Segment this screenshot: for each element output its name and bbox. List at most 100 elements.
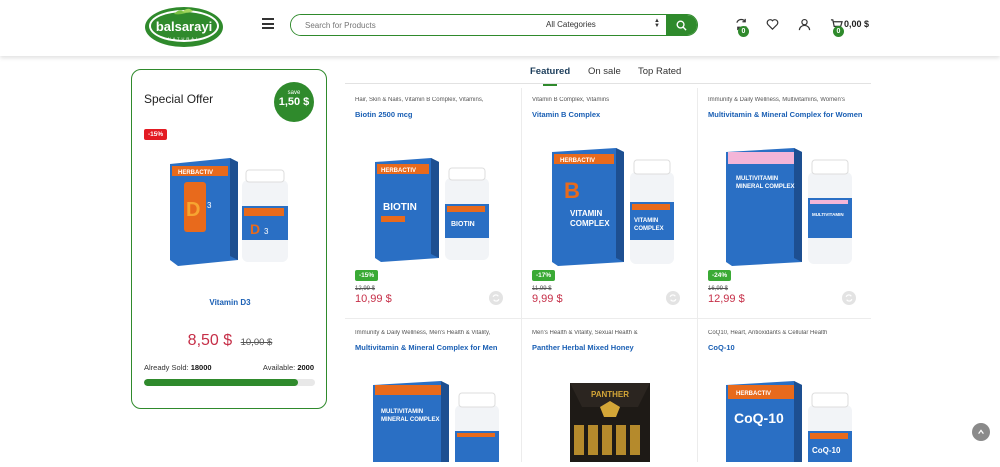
product-card[interactable]: CoQ10, Heart, Antioxidants & Cellular He…	[697, 321, 873, 467]
special-offer-product-name[interactable]: Vitamin D3	[132, 298, 328, 307]
compare-icon	[669, 294, 677, 302]
svg-text:D: D	[186, 199, 200, 221]
active-tab-indicator	[543, 84, 557, 86]
svg-text:PANTHER: PANTHER	[591, 390, 629, 399]
search-input[interactable]	[291, 15, 516, 35]
cart-button[interactable]: 0	[830, 18, 844, 37]
product-name[interactable]: CoQ-10	[708, 343, 863, 353]
current-price: 8,50 $	[187, 332, 233, 349]
site-header: balsarayi NATURAL All Categories ▲▼ 0	[0, 0, 1000, 56]
svg-text:VITAMIN: VITAMIN	[570, 209, 603, 218]
svg-text:3: 3	[264, 227, 269, 236]
svg-text:B: B	[564, 178, 580, 203]
discount-badge: -15%	[144, 129, 168, 140]
product-category[interactable]: Vitamin B Complex, Vitamins	[532, 97, 692, 103]
product-image[interactable]: MULTIVITAMIN MINERAL COMPLEX MULTIVITAMI…	[724, 146, 859, 273]
tab-top-rated[interactable]: Top Rated	[638, 66, 681, 77]
category-select[interactable]: All Categories ▲ ▼	[516, 15, 666, 35]
old-price: 12,99 $	[355, 286, 376, 292]
compare-icon	[492, 294, 500, 302]
product-name[interactable]: Multivitamin & Mineral Complex for Women	[708, 110, 863, 120]
save-amount: 1,50 $	[278, 96, 310, 108]
svg-text:HERBACTIV: HERBACTIV	[381, 168, 416, 174]
tab-on-sale[interactable]: On sale	[588, 66, 621, 77]
discount-badge: -15%	[355, 270, 379, 281]
discount-badge: -17%	[532, 270, 556, 281]
svg-text:MULTIVITAMIN: MULTIVITAMIN	[736, 176, 778, 182]
product-card[interactable]: Vitamin B Complex, Vitamins Vitamin B Co…	[521, 88, 697, 322]
compare-toggle[interactable]	[666, 291, 680, 305]
product-price: 12,99 $	[708, 293, 745, 305]
already-sold-label: Already Sold:	[144, 363, 189, 372]
product-category[interactable]: Men's Health & Vitality, Sexual Health &	[532, 330, 692, 336]
stock-progress-fill	[144, 379, 298, 386]
compare-toggle[interactable]	[842, 291, 856, 305]
already-sold: Already Sold: 18000	[144, 363, 212, 372]
cart-count-badge: 0	[833, 26, 844, 37]
logo-wordmark: balsarayi	[156, 19, 212, 34]
product-name[interactable]: Vitamin B Complex	[532, 110, 687, 120]
product-category[interactable]: Hair, Skin & Nails, Vitamin B Complex, V…	[355, 97, 515, 103]
product-category[interactable]: CoQ10, Heart, Antioxidants & Cellular He…	[708, 330, 868, 336]
compare-button[interactable]: 0	[735, 18, 749, 37]
available-label: Available:	[262, 363, 296, 372]
discount-badge: -24%	[708, 270, 732, 281]
wishlist-button[interactable]	[766, 18, 780, 32]
product-name[interactable]: Panther Herbal Mixed Honey	[532, 343, 687, 353]
logo-subtitle: NATURAL	[168, 36, 200, 41]
scroll-to-top-button[interactable]	[972, 423, 990, 441]
available: Available: 2000	[263, 363, 314, 372]
svg-text:HERBACTIV: HERBACTIV	[560, 158, 595, 164]
product-image-vitamin-d3[interactable]: HERBACTIV D 3 D 3	[168, 156, 298, 273]
old-price: 11,99 $	[532, 286, 552, 292]
svg-text:HERBACTIV: HERBACTIV	[736, 391, 771, 397]
product-image[interactable]: PANTHER	[568, 381, 653, 467]
compare-toggle[interactable]	[489, 291, 503, 305]
stock-progress-bar	[144, 379, 315, 386]
product-image[interactable]: MULTIVITAMIN MINERAL COMPLEX	[371, 379, 506, 467]
svg-text:CoQ-10: CoQ-10	[734, 410, 784, 426]
site-logo[interactable]: balsarayi NATURAL	[144, 5, 224, 49]
svg-text:D: D	[250, 221, 260, 237]
svg-text:MINERAL COMPLEX: MINERAL COMPLEX	[736, 184, 795, 190]
scroll-top-icon	[978, 429, 984, 434]
product-price: 9,99 $	[532, 293, 563, 305]
product-category[interactable]: Immunity & Daily Wellness, Multivitamins…	[708, 97, 868, 103]
row-divider	[345, 318, 871, 319]
save-badge: save 1,50 $	[274, 82, 314, 122]
svg-text:VITAMIN: VITAMIN	[634, 218, 658, 224]
product-category[interactable]: Immunity & Daily Wellness, Men's Health …	[355, 330, 515, 336]
user-icon	[798, 18, 811, 31]
select-arrows-icon: ▲ ▼	[654, 18, 660, 29]
product-card[interactable]: Immunity & Daily Wellness, Men's Health …	[345, 321, 521, 467]
product-card[interactable]: Men's Health & Vitality, Sexual Health &…	[521, 321, 697, 463]
tab-featured[interactable]: Featured	[530, 66, 570, 77]
menu-icon[interactable]	[262, 18, 274, 30]
product-image[interactable]: HERBACTIV CoQ-10 CoQ-10	[724, 379, 859, 467]
product-image[interactable]: HERBACTIV B VITAMIN COMPLEX VITAMIN COMP…	[550, 146, 680, 273]
compare-count-badge: 0	[738, 26, 749, 37]
product-name[interactable]: Multivitamin & Mineral Complex for Men	[355, 343, 510, 353]
product-image[interactable]: HERBACTIV BIOTIN BIOTIN	[373, 156, 498, 271]
account-button[interactable]	[798, 18, 812, 32]
svg-text:COMPLEX: COMPLEX	[634, 226, 664, 232]
old-price: 16,99 $	[708, 286, 729, 292]
compare-icon	[845, 294, 853, 302]
svg-text:MULTIVITAMIN: MULTIVITAMIN	[812, 212, 844, 217]
search-bar: All Categories ▲▼	[290, 14, 698, 36]
svg-text:CoQ-10: CoQ-10	[812, 446, 841, 455]
heart-icon	[766, 19, 779, 30]
available-value: 2000	[297, 363, 314, 372]
cart-total[interactable]: 0,00 $	[844, 19, 869, 29]
special-offer-panel: Special Offer save 1,50 $ -15% HERBACTIV…	[131, 69, 327, 409]
product-card[interactable]: Hair, Skin & Nails, Vitamin B Complex, V…	[345, 88, 521, 322]
search-button[interactable]	[666, 15, 697, 35]
product-price: 10,99 $	[355, 293, 392, 305]
svg-text:HERBACTIV: HERBACTIV	[178, 170, 213, 176]
product-name[interactable]: Biotin 2500 mcg	[355, 110, 510, 120]
svg-text:BIOTIN: BIOTIN	[383, 202, 417, 213]
product-card[interactable]: Immunity & Daily Wellness, Multivitamins…	[697, 88, 873, 322]
svg-text:MINERAL COMPLEX: MINERAL COMPLEX	[381, 417, 440, 423]
already-sold-value: 18000	[190, 363, 212, 372]
category-select-value: All Categories	[546, 20, 596, 29]
